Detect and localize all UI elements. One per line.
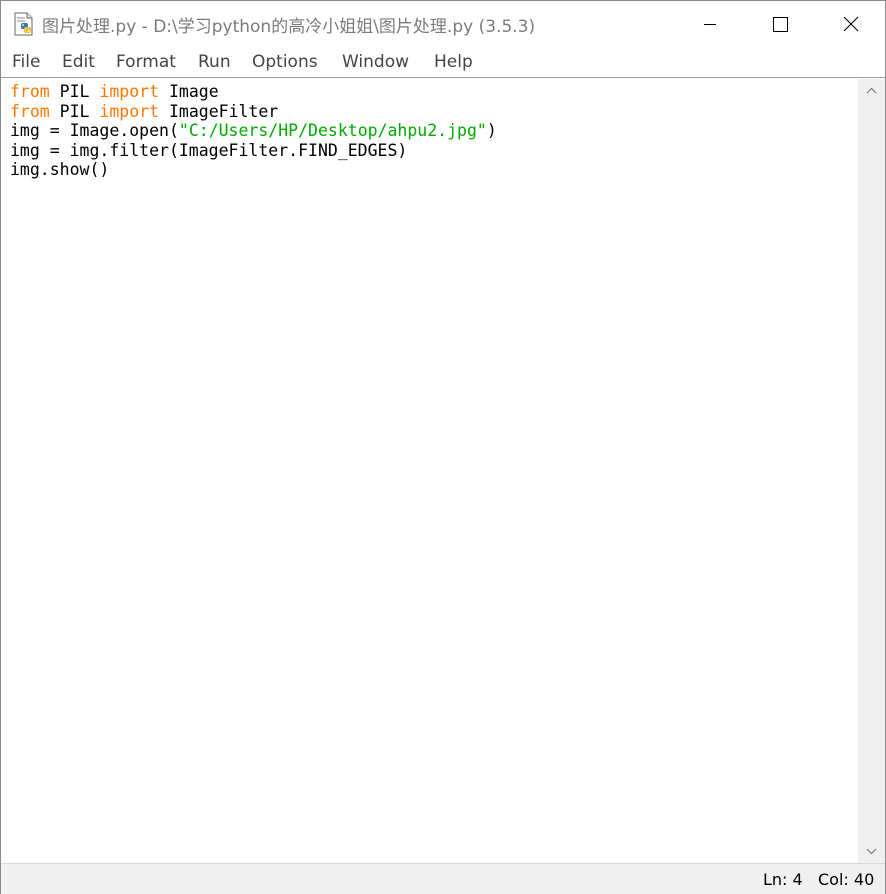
keyword-token: import	[99, 101, 160, 121]
maximize-button[interactable]	[745, 1, 815, 47]
code-token: PIL	[49, 82, 100, 101]
menu-run[interactable]: Run	[198, 52, 231, 72]
menu-options[interactable]: Options	[252, 52, 318, 72]
keyword-token: from	[10, 82, 50, 101]
menu-format[interactable]: Format	[116, 52, 176, 72]
code-line[interactable]: from PIL import Image	[10, 82, 497, 102]
menu-window[interactable]: Window	[342, 52, 409, 72]
code-token: PIL	[49, 101, 100, 121]
code-line[interactable]: img.show()	[10, 160, 497, 180]
vertical-scrollbar[interactable]	[858, 79, 885, 863]
keyword-token: import	[99, 82, 160, 101]
code-line[interactable]: img = Image.open("C:/Users/HP/Desktop/ah…	[10, 121, 497, 141]
keyword-token: from	[10, 101, 50, 121]
code-token: Image	[159, 82, 219, 101]
minimize-icon	[704, 24, 716, 25]
editor-frame: from PIL import Image from PIL import Ima…	[1, 77, 885, 864]
idle-editor-window: 图片处理.py - D:\学习python的高冷小姐姐\图片处理.py (3.5…	[0, 0, 886, 894]
title-bar[interactable]: 图片处理.py - D:\学习python的高冷小姐姐\图片处理.py (3.5…	[1, 1, 885, 47]
python-file-icon	[14, 12, 33, 36]
column-number-status: Col: 40	[818, 870, 875, 889]
code-token: img = img.filter(ImageFilter.FIND_EDGES)	[10, 140, 408, 160]
code-token: )	[486, 121, 497, 140]
scroll-down-arrow-icon	[866, 848, 877, 855]
menu-file[interactable]: File	[12, 52, 40, 72]
minimize-button[interactable]	[675, 1, 745, 47]
code-text[interactable]: from PIL import Image from PIL import Ima…	[10, 82, 497, 180]
code-line[interactable]: img = img.filter(ImageFilter.FIND_EDGES)	[10, 141, 497, 161]
maximize-icon	[773, 17, 788, 32]
code-token: img.show()	[10, 160, 110, 179]
code-line[interactable]: from PIL import ImageFilter	[10, 102, 497, 122]
menu-edit[interactable]: Edit	[62, 52, 95, 72]
scroll-down-button[interactable]	[858, 839, 885, 863]
scroll-up-arrow-icon	[866, 87, 877, 94]
menu-help[interactable]: Help	[434, 52, 473, 72]
status-bar: Ln: 4 Col: 40	[1, 863, 885, 894]
scroll-up-button[interactable]	[858, 79, 885, 103]
code-token: ImageFilter	[159, 101, 279, 121]
code-editor[interactable]: from PIL import Image from PIL import Ima…	[1, 79, 857, 863]
scroll-thumb[interactable]	[860, 103, 883, 839]
close-icon	[843, 16, 859, 32]
menu-bar: File Edit Format Run Options Window Help	[1, 47, 885, 77]
line-number-status: Ln: 4	[763, 870, 803, 889]
close-button[interactable]	[815, 1, 885, 47]
window-title: 图片处理.py - D:\学习python的高冷小姐姐\图片处理.py (3.5…	[42, 17, 536, 37]
code-token: img = Image.open(	[10, 121, 179, 140]
string-token: "C:/Users/HP/Desktop/ahpu2.jpg"	[178, 121, 487, 140]
